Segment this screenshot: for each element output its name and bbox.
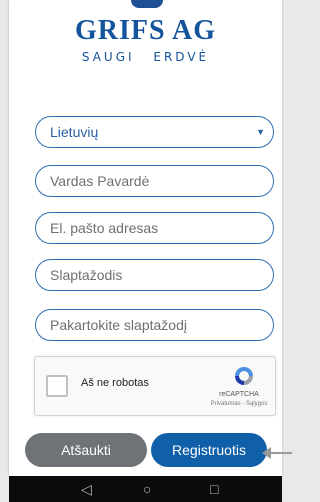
recents-icon[interactable]: □	[210, 481, 218, 497]
register-button[interactable]: Registruotis	[151, 433, 267, 467]
recaptcha-label: Aš ne robotas	[81, 377, 149, 389]
pointer-arrow-icon	[262, 447, 292, 459]
home-icon[interactable]: ○	[143, 481, 151, 497]
recaptcha-logo-icon	[235, 367, 253, 385]
logo-name: GRIFS AG	[74, 15, 217, 46]
name-input-placeholder: Vardas Pavardė	[50, 173, 150, 189]
system-navigation-bar: ◁ ○ □	[9, 476, 282, 502]
recaptcha-brand: reCAPTCHA	[219, 391, 259, 398]
repeat-password-input[interactable]: Pakartokite slaptažodį	[35, 309, 274, 341]
company-logo: GRIFS AG SAUGI ERDVĖ	[9, 15, 282, 65]
logo-tag-word-2: ERDVĖ	[153, 50, 210, 64]
logo-tag-word-1: SAUGI	[81, 50, 135, 64]
email-input-placeholder: El. pašto adresas	[50, 220, 159, 236]
password-input[interactable]: Slaptažodis	[35, 259, 274, 291]
password-input-placeholder: Slaptažodis	[50, 267, 123, 283]
email-input[interactable]: El. pašto adresas	[35, 212, 274, 244]
phone-frame: GRIFS AG SAUGI ERDVĖ Lietuvių ▼ Vardas P…	[0, 0, 292, 502]
top-notch	[131, 0, 163, 8]
recaptcha-links[interactable]: Privatumas - Sąlygos	[209, 401, 269, 407]
dropdown-caret-icon: ▼	[256, 127, 265, 137]
language-select[interactable]: Lietuvių ▼	[35, 116, 274, 148]
language-select-value: Lietuvių	[50, 124, 99, 140]
name-input[interactable]: Vardas Pavardė	[35, 165, 274, 197]
recaptcha-checkbox[interactable]	[46, 375, 68, 397]
registration-screen: GRIFS AG SAUGI ERDVĖ Lietuvių ▼ Vardas P…	[9, 0, 282, 476]
logo-tagline: SAUGI ERDVĖ	[9, 50, 282, 64]
back-icon[interactable]: ◁	[81, 481, 92, 497]
cancel-button[interactable]: Atšaukti	[25, 433, 147, 467]
recaptcha-widget: Aš ne robotas reCAPTCHA Privatumas - Sąl…	[34, 356, 276, 416]
repeat-password-input-placeholder: Pakartokite slaptažodį	[50, 317, 187, 333]
